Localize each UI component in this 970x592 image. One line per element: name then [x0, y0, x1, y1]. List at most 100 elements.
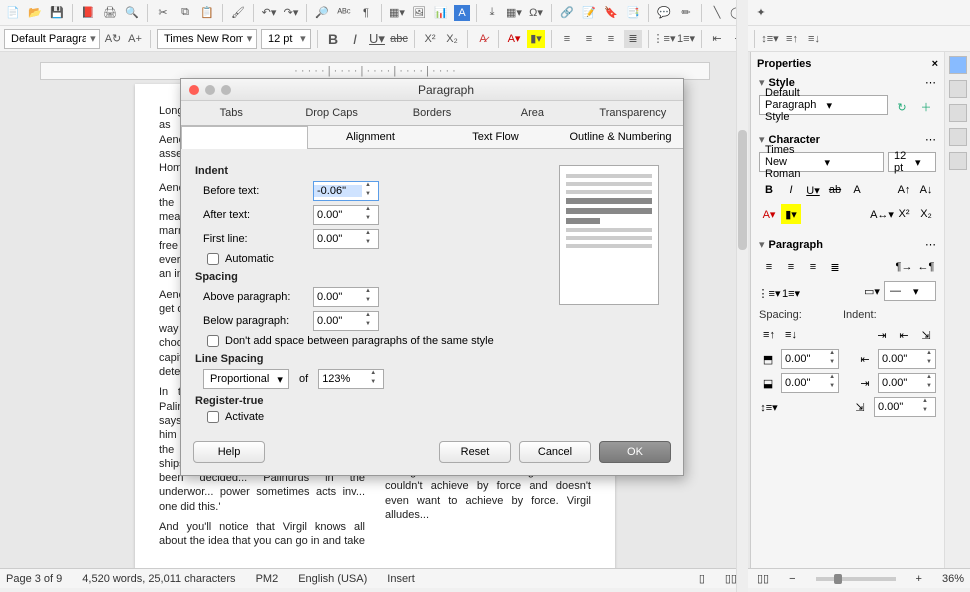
status-page[interactable]: Page 3 of 9	[6, 573, 62, 585]
no-space-checkbox[interactable]	[207, 335, 219, 347]
image-icon[interactable]: 🖼	[410, 4, 428, 22]
grow-font-icon[interactable]: A↑	[894, 180, 914, 200]
clone-format-icon[interactable]: 🖌	[229, 4, 247, 22]
justify-icon[interactable]: ≣	[825, 257, 845, 277]
bookmark-icon[interactable]: 🔖	[602, 4, 620, 22]
automatic-checkbox[interactable]	[207, 253, 219, 265]
ok-button[interactable]: OK	[599, 441, 671, 463]
save-icon[interactable]: 💾	[48, 4, 66, 22]
align-center-icon[interactable]: ≡	[781, 257, 801, 277]
first-line-spin[interactable]: ▲▼	[313, 229, 379, 249]
strikethrough-icon[interactable]: abc	[390, 30, 408, 48]
vertical-scrollbar[interactable]	[736, 0, 748, 592]
firstline-indent-spin[interactable]: ▲▼	[874, 397, 936, 417]
reset-button[interactable]: Reset	[439, 441, 511, 463]
before-text-spin[interactable]: ▲▼	[313, 181, 379, 201]
copy-icon[interactable]: ⧉	[176, 4, 194, 22]
field-icon[interactable]: ▦▾	[505, 4, 523, 22]
formatting-marks-icon[interactable]: ¶	[357, 4, 375, 22]
status-insert[interactable]: Insert	[387, 573, 415, 585]
find-replace-icon[interactable]: 🔎	[313, 4, 331, 22]
undo-icon[interactable]: ↶▾	[260, 4, 278, 22]
underline-icon[interactable]: U▾	[803, 180, 823, 200]
zoom-slider[interactable]	[816, 577, 896, 581]
fill-combo[interactable]: —▾	[884, 281, 936, 301]
close-panel-icon[interactable]: ×	[932, 58, 938, 70]
line-spacing-mode-select[interactable]: Proportional▾	[203, 369, 289, 389]
align-left-icon[interactable]: ≡	[759, 257, 779, 277]
dialog-titlebar[interactable]: Paragraph	[181, 79, 683, 101]
chart-icon[interactable]: 📊	[432, 4, 450, 22]
style-combo[interactable]: Default Paragraph Style▾	[759, 95, 888, 115]
page-break-icon[interactable]: ⤓	[483, 4, 501, 22]
font-color-icon[interactable]: A▾	[759, 204, 779, 224]
bold-icon[interactable]: B	[759, 180, 779, 200]
close-window-icon[interactable]	[189, 85, 199, 95]
new-style-icon[interactable]: A+	[126, 30, 144, 48]
view-book-icon[interactable]: ▯▯	[757, 572, 769, 585]
scrollbar-thumb[interactable]	[738, 130, 747, 250]
italic-icon[interactable]: I	[781, 180, 801, 200]
line-icon[interactable]: ╲	[708, 4, 726, 22]
cross-ref-icon[interactable]: 📑	[624, 4, 642, 22]
more-options-icon[interactable]: ⋯	[925, 76, 936, 89]
line-spacing-icon[interactable]: ↕≡▾	[761, 30, 779, 48]
font-color-icon[interactable]: A▾	[505, 30, 523, 48]
highlight-icon[interactable]: ▮▾	[527, 30, 545, 48]
more-options-icon[interactable]: ⋯	[925, 133, 936, 146]
align-center-icon[interactable]: ≡	[580, 30, 598, 48]
maximize-window-icon[interactable]	[221, 85, 231, 95]
clear-format-icon[interactable]: A̷	[474, 30, 492, 48]
superscript-icon[interactable]: X²	[894, 204, 914, 224]
inc-spacing-icon[interactable]: ≡↑	[759, 325, 779, 345]
comment-icon[interactable]: 💬	[655, 4, 673, 22]
bold-icon[interactable]: B	[324, 30, 342, 48]
font-size-combo[interactable]: 12 pt▾	[261, 29, 311, 49]
inc-para-space-icon[interactable]: ≡↑	[783, 30, 801, 48]
print-preview-icon[interactable]: 🔍	[123, 4, 141, 22]
zoom-in-icon[interactable]: +	[916, 573, 922, 585]
char-font-combo[interactable]: Times New Roman▾	[759, 152, 884, 172]
dec-para-space-icon[interactable]: ≡↓	[805, 30, 823, 48]
underline-icon[interactable]: U▾	[368, 30, 386, 48]
print-icon[interactable]: 🖨	[101, 4, 119, 22]
superscript-icon[interactable]: X²	[421, 30, 439, 48]
outdent-icon[interactable]: ⇤	[708, 30, 726, 48]
tab-indents-spacing[interactable]	[181, 126, 308, 149]
tab-text-flow[interactable]: Text Flow	[433, 126, 558, 148]
line-spacing-icon[interactable]: ↕≡▾	[759, 397, 779, 417]
export-pdf-icon[interactable]: 📕	[79, 4, 97, 22]
draw-functions-icon[interactable]: ✦	[752, 4, 770, 22]
update-style-icon[interactable]: ↻	[892, 97, 912, 117]
cancel-button[interactable]: Cancel	[519, 441, 591, 463]
status-words[interactable]: 4,520 words, 25,011 characters	[82, 573, 235, 585]
zoom-out-icon[interactable]: −	[789, 573, 795, 585]
zoom-percent[interactable]: 36%	[942, 573, 964, 585]
status-language[interactable]: English (USA)	[298, 573, 367, 585]
sidebar-properties-icon[interactable]	[949, 56, 967, 74]
dec-spacing-icon[interactable]: ≡↓	[781, 325, 801, 345]
rtl-icon[interactable]: ←¶	[916, 257, 936, 277]
paragraph-section-header[interactable]: ▾Paragraph ⋯	[757, 234, 938, 255]
special-char-icon[interactable]: Ω▾	[527, 4, 545, 22]
bullets-icon[interactable]: ⋮≡▾	[655, 30, 673, 48]
tab-outline-numbering[interactable]: Outline & Numbering	[558, 126, 683, 148]
paragraph-style-combo[interactable]: Default Paragraph S▾	[4, 29, 100, 49]
bgcolor-icon[interactable]: ▭▾	[862, 281, 882, 301]
sidebar-gallery-icon[interactable]	[949, 128, 967, 146]
activate-checkbox[interactable]	[207, 411, 219, 423]
footnote-icon[interactable]: 📝	[580, 4, 598, 22]
new-icon[interactable]: 📄	[4, 4, 22, 22]
tab-dropcaps[interactable]: Drop Caps	[281, 101, 381, 125]
sidebar-navigator-icon[interactable]	[949, 152, 967, 170]
numbering-icon[interactable]: 1≡▾	[677, 30, 695, 48]
subscript-icon[interactable]: X₂	[916, 204, 936, 224]
status-style[interactable]: PM2	[256, 573, 279, 585]
below-para-spin[interactable]: ▲▼	[313, 311, 379, 331]
sidebar-styles-icon[interactable]	[949, 104, 967, 122]
indent-right-spin[interactable]: ▲▼	[878, 373, 936, 393]
redo-icon[interactable]: ↷▾	[282, 4, 300, 22]
above-para-spin[interactable]: ▲▼	[313, 287, 379, 307]
subscript-icon[interactable]: X₂	[443, 30, 461, 48]
hanging-indent-icon[interactable]: ⇲	[916, 325, 936, 345]
